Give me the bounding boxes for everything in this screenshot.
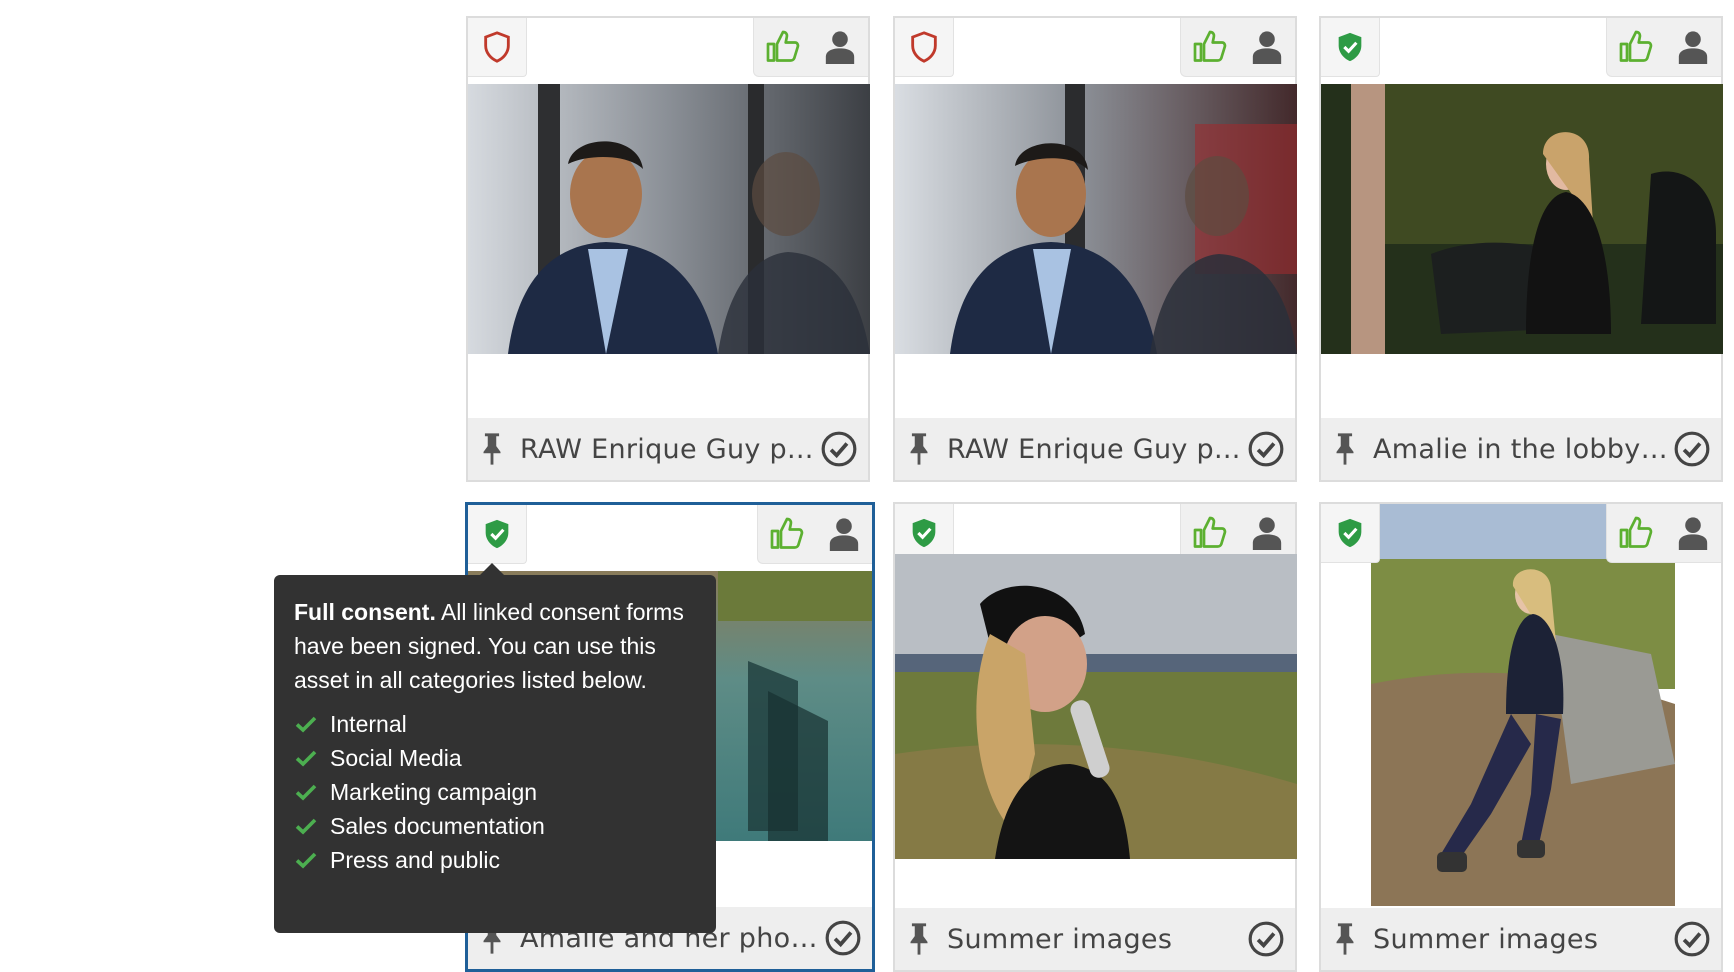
photo-woman-lobby (1321, 84, 1723, 354)
person-icon (1678, 517, 1707, 550)
thumbs-up-icon (1619, 516, 1652, 548)
person-button[interactable] (1247, 513, 1287, 553)
shield-outline-icon (911, 31, 937, 63)
asset-title: RAW Enrique Guy p... (520, 433, 814, 465)
category-label: Social Media (330, 745, 462, 771)
consent-status-button[interactable] (895, 18, 954, 77)
asset-card-2[interactable]: RAW Enrique Guy p... (893, 16, 1297, 482)
like-button[interactable] (1190, 513, 1230, 553)
check-circle-icon[interactable] (1673, 430, 1711, 468)
like-button[interactable] (1616, 513, 1656, 553)
like-button[interactable] (767, 514, 807, 554)
thumbs-up-icon (770, 517, 803, 549)
shield-outline-icon (484, 31, 510, 63)
shield-check-icon (1338, 32, 1362, 62)
thumbs-up-icon (1619, 30, 1652, 62)
consent-status-button[interactable] (1321, 18, 1380, 77)
person-button[interactable] (820, 27, 860, 67)
check-icon (295, 716, 317, 733)
check-icon (295, 818, 317, 835)
photo-woman-cap-drinking (895, 554, 1297, 859)
consent-category-item: Press and public (294, 843, 696, 877)
pin-icon[interactable] (480, 432, 504, 466)
consent-category-list: Internal Social Media Marketing campaign… (294, 707, 696, 877)
tooltip-text: Full consent. All linked consent forms h… (294, 595, 696, 697)
pin-icon[interactable] (907, 922, 931, 956)
asset-card-3[interactable]: Amalie in the lobby ... (1319, 16, 1723, 482)
person-button[interactable] (1673, 27, 1713, 67)
asset-title: Summer images (1373, 923, 1599, 955)
category-label: Sales documentation (330, 813, 545, 839)
person-button[interactable] (824, 514, 864, 554)
pin-icon[interactable] (1333, 922, 1357, 956)
asset-thumbnail[interactable] (895, 84, 1297, 354)
shield-check-icon (912, 518, 936, 548)
person-button[interactable] (1673, 513, 1713, 553)
asset-thumbnail[interactable] (468, 84, 870, 354)
pin-icon[interactable] (1333, 432, 1357, 466)
thumbs-up-icon (1193, 516, 1226, 548)
asset-card-1[interactable]: RAW Enrique Guy p... (466, 16, 870, 482)
consent-category-item: Social Media (294, 741, 696, 775)
person-icon (1678, 31, 1707, 64)
check-circle-icon[interactable] (820, 430, 858, 468)
consent-status-button[interactable] (1321, 504, 1380, 563)
asset-thumbnail[interactable] (1321, 84, 1723, 354)
thumbs-up-icon (1193, 30, 1226, 62)
consent-status-button[interactable] (468, 505, 527, 564)
tooltip-heading: Full consent. (294, 599, 436, 625)
check-circle-icon[interactable] (1673, 920, 1711, 958)
check-icon (295, 852, 317, 869)
check-icon (295, 784, 317, 801)
category-label: Marketing campaign (330, 779, 538, 805)
like-button[interactable] (1190, 27, 1230, 67)
person-icon (1252, 31, 1281, 64)
consent-category-item: Internal (294, 707, 696, 741)
check-circle-icon[interactable] (1247, 920, 1285, 958)
asset-card-5[interactable]: Summer images (893, 502, 1297, 972)
consent-category-item: Marketing campaign (294, 775, 696, 809)
like-button[interactable] (763, 27, 803, 67)
person-icon (829, 518, 858, 551)
pin-icon[interactable] (907, 432, 931, 466)
asset-card-6[interactable]: Summer images (1319, 502, 1723, 972)
thumbs-up-icon (766, 30, 799, 62)
asset-title: RAW Enrique Guy p... (947, 433, 1241, 465)
person-button[interactable] (1247, 27, 1287, 67)
shield-check-icon (1338, 518, 1362, 548)
check-circle-icon[interactable] (824, 919, 862, 957)
like-button[interactable] (1616, 27, 1656, 67)
photo-man-suit-street (468, 84, 870, 354)
asset-thumbnail[interactable] (895, 554, 1297, 859)
consent-status-button[interactable] (468, 18, 527, 77)
photo-man-suit-bus (895, 84, 1297, 354)
asset-title: Summer images (947, 923, 1173, 955)
check-circle-icon[interactable] (1247, 430, 1285, 468)
asset-title: Amalie in the lobby ... (1373, 433, 1673, 465)
person-icon (1252, 517, 1281, 550)
person-icon (825, 31, 854, 64)
category-label: Press and public (330, 847, 501, 873)
consent-category-item: Sales documentation (294, 809, 696, 843)
check-icon (295, 750, 317, 767)
consent-tooltip: Full consent. All linked consent forms h… (274, 563, 716, 933)
shield-check-icon (485, 519, 509, 549)
category-label: Internal (330, 711, 407, 737)
